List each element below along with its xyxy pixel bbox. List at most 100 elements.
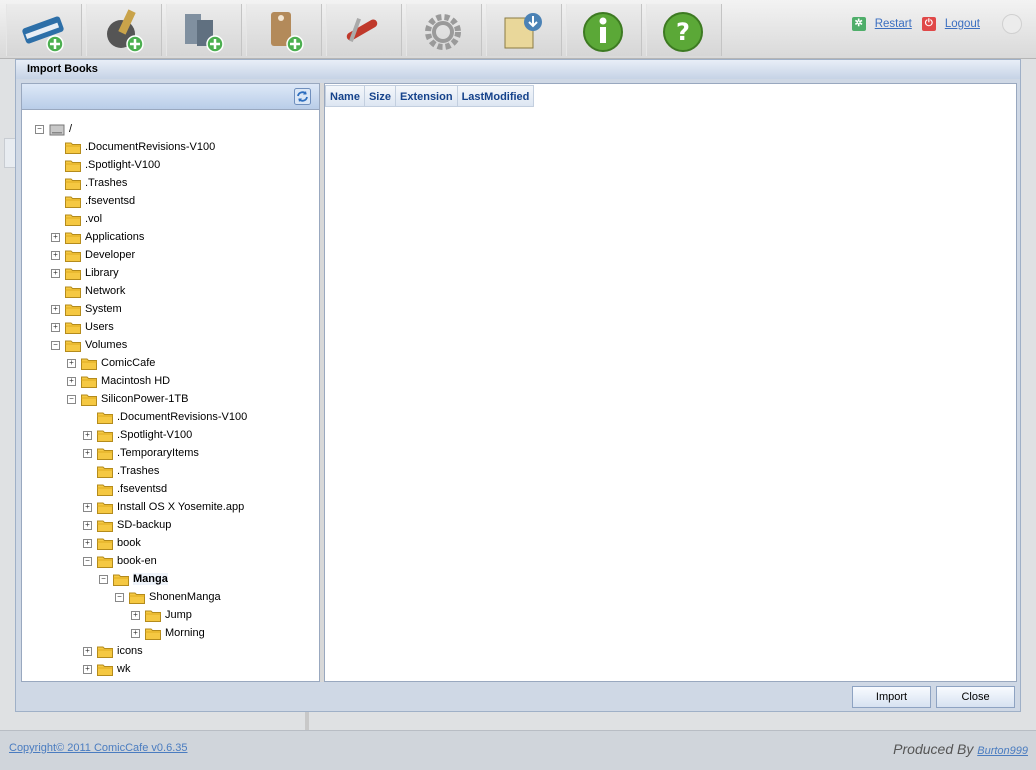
restart-icon[interactable]: ✲ [851,17,866,31]
tree-node-label: wk [117,663,131,675]
tree-node[interactable]: + Developer [51,246,135,264]
tree-node[interactable]: + Morning [131,624,205,642]
tree-node-label: .Trashes [85,177,128,189]
tree-node[interactable]: − / [35,120,72,138]
tree-node[interactable]: + .Spotlight-V100 [83,426,192,444]
column-header[interactable]: Name [325,85,365,107]
collapse-toggle-icon[interactable]: − [99,574,108,584]
toolbar-button[interactable] [166,4,242,56]
tree-node[interactable]: + icons [83,642,143,660]
tree-node[interactable]: .fseventsd [51,192,135,210]
expand-toggle-icon[interactable]: + [131,610,140,620]
column-header[interactable]: Size [364,85,396,107]
collapse-toggle-icon[interactable]: − [35,124,44,134]
expand-toggle-icon[interactable]: + [51,304,60,314]
toolbar-button[interactable] [486,4,562,56]
expand-toggle-icon[interactable]: + [67,376,76,386]
import-disk-icon [504,13,542,49]
folder-icon [97,448,113,460]
tree-node-label: .Trashes [117,465,160,477]
folder-icon [65,304,81,316]
tree-node[interactable]: Network [51,282,125,300]
collapse-toggle-icon[interactable]: − [51,340,60,350]
expand-toggle-icon[interactable]: + [51,232,60,242]
expand-toggle-icon[interactable]: + [83,520,92,530]
tree-node[interactable]: + ComicCafe [67,354,155,372]
tree-node[interactable]: .Trashes [83,462,159,480]
expand-toggle-icon[interactable]: + [83,538,92,548]
tree-node[interactable]: + wk [83,660,130,678]
author-link[interactable]: Burton999 [977,745,1028,757]
tree-node[interactable]: .fseventsd [83,480,167,498]
tree-node[interactable]: .vol [51,210,102,228]
expand-toggle-icon[interactable]: + [83,646,92,656]
tree-node[interactable]: + .TemporaryItems [83,444,199,462]
tree-node-label: Jump [165,609,192,621]
logout-link[interactable]: Logout [945,18,980,30]
tree-node[interactable]: + Install OS X Yosemite.app [83,498,244,516]
tree-node-label: Volumes [85,339,128,351]
settings-gear-icon [425,14,461,50]
add-book-icon [22,16,64,53]
tree-node[interactable]: .DocumentRevisions-V100 [83,408,247,426]
tree-node[interactable]: + System [51,300,122,318]
collapse-toggle-icon[interactable]: − [83,556,92,566]
tree-node[interactable]: .Spotlight-V100 [51,156,160,174]
folder-icon [145,628,161,640]
tree-node[interactable]: .DocumentRevisions-V100 [51,138,215,156]
tree-node-label: Users [85,321,114,333]
tree-node[interactable]: + Applications [51,228,144,246]
tree-node[interactable]: − book-en [83,552,157,570]
folder-icon [97,466,113,478]
tree-node[interactable]: + Library [51,264,119,282]
toolbar-button[interactable] [326,4,402,56]
tree-node[interactable]: − Manga [99,570,168,588]
expand-toggle-icon[interactable]: + [83,448,92,458]
expand-toggle-icon[interactable]: + [51,268,60,278]
session-controls: ✲ Restart ⏻ Logout [851,14,990,34]
toolbar-button[interactable] [6,4,82,56]
expand-toggle-icon[interactable]: + [131,628,140,638]
tree-node[interactable]: .Trashes [51,174,127,192]
tree-node[interactable]: − SiliconPower-1TB [67,390,188,408]
tree-node-label: / [69,123,73,135]
tree-node[interactable]: − Volumes [51,336,127,354]
folder-icon [65,340,81,352]
expand-toggle-icon[interactable]: + [83,430,92,440]
tree-node-label: book [117,537,141,549]
collapse-toggle-icon[interactable]: − [67,394,76,404]
tree-node-label: Manga [133,573,168,585]
close-button[interactable]: Close [936,686,1015,708]
tree-node[interactable]: + Users [51,318,114,336]
folder-icon [97,502,113,514]
expand-toggle-icon[interactable]: + [83,502,92,512]
collapse-toggle-icon[interactable]: − [115,592,124,602]
folder-icon [65,214,81,226]
toolbar-button[interactable]: ? [646,4,722,56]
tree-node[interactable]: − ShonenManga [115,588,221,606]
copyright-link[interactable]: Copyright© 2011 ComicCafe v0.6.35 [9,742,188,754]
refresh-icon[interactable] [294,88,311,105]
tree-node[interactable]: + SD-backup [83,516,171,534]
column-header[interactable]: Extension [395,85,458,107]
expand-toggle-icon[interactable]: + [51,322,60,332]
toolbar-button[interactable] [86,4,162,56]
expand-toggle-icon[interactable]: + [83,664,92,674]
tree-node[interactable]: + Macintosh HD [67,372,170,390]
tools-icon [346,18,378,42]
svg-text:?: ? [676,18,690,46]
toolbar-button[interactable] [246,4,322,56]
expand-toggle-icon[interactable]: + [67,358,76,368]
toolbar-button[interactable] [406,4,482,56]
expand-toggle-icon[interactable]: + [51,250,60,260]
power-icon[interactable]: ⏻ [921,17,936,31]
tree-node[interactable]: + book [83,534,141,552]
restart-link[interactable]: Restart [875,18,912,30]
tree-node-label: .Spotlight-V100 [85,159,161,171]
tree-node-label: Macintosh HD [101,375,171,387]
tree-node[interactable]: + Jump [131,606,192,624]
column-header[interactable]: LastModified [457,85,535,107]
info-icon [583,12,623,52]
toolbar-button[interactable] [566,4,642,56]
import-button[interactable]: Import [852,686,931,708]
